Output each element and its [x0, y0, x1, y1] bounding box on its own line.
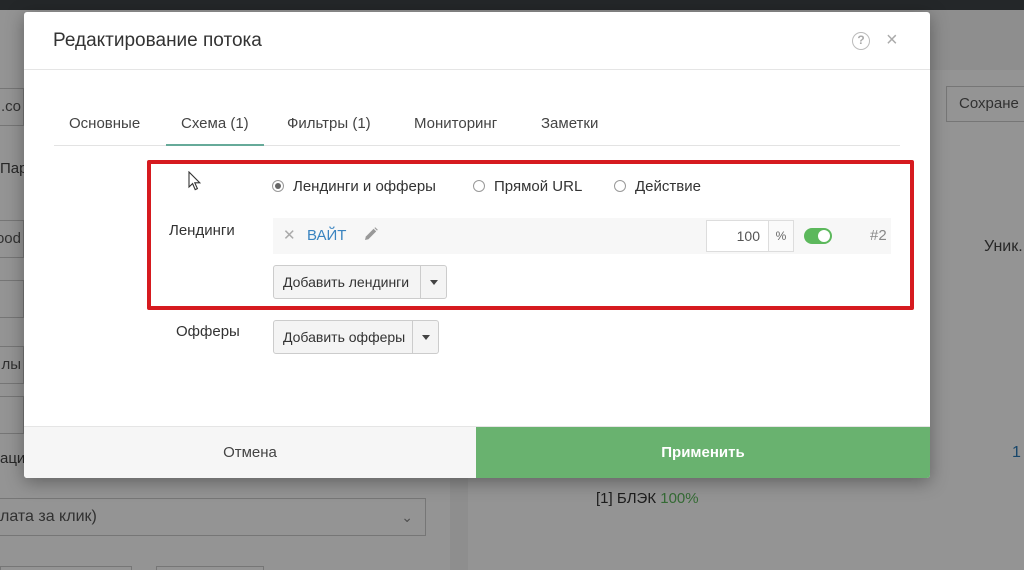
tab-notes[interactable]: Заметки — [526, 112, 613, 146]
add-offers-label[interactable]: Добавить офферы — [274, 321, 414, 353]
pencil-icon[interactable] — [362, 225, 380, 243]
close-icon[interactable]: × — [886, 29, 898, 51]
radio-landings-offers[interactable]: Лендинги и офферы — [272, 178, 436, 198]
landing-index: #2 — [870, 227, 887, 244]
caret-down-icon[interactable] — [420, 266, 446, 298]
landings-label: Лендинги — [169, 222, 235, 239]
help-icon[interactable]: ? — [852, 32, 870, 50]
add-landings-label[interactable]: Добавить лендинги — [274, 266, 418, 298]
edit-stream-modal: Редактирование потока ? × Основные Схема… — [24, 12, 930, 478]
apply-button[interactable]: Применить — [476, 427, 930, 478]
landing-item: ✕ ВАЙТ 100 % #2 — [273, 218, 891, 254]
radio-checked-icon[interactable] — [272, 180, 284, 192]
landing-name-link[interactable]: ВАЙТ — [307, 227, 346, 244]
radio-unchecked-icon[interactable] — [614, 180, 626, 192]
weight-input[interactable]: 100 — [706, 220, 768, 252]
modal-tabs: Основные Схема (1) Фильтры (1) Мониторин… — [54, 112, 900, 146]
remove-icon[interactable]: ✕ — [283, 226, 296, 244]
tab-main[interactable]: Основные — [54, 112, 155, 146]
radio-action[interactable]: Действие — [614, 178, 701, 198]
landing-enabled-toggle[interactable] — [804, 228, 832, 244]
weight-unit: % — [768, 220, 794, 252]
offers-label: Офферы — [176, 323, 240, 340]
add-landings-button[interactable]: Добавить лендинги — [273, 265, 447, 299]
tab-schema[interactable]: Схема (1) — [166, 112, 264, 146]
radio-unchecked-icon[interactable] — [473, 180, 485, 192]
tab-filters[interactable]: Фильтры (1) — [272, 112, 386, 146]
tab-monitoring[interactable]: Мониторинг — [399, 112, 512, 146]
caret-down-icon[interactable] — [412, 321, 438, 353]
modal-header: Редактирование потока ? × — [24, 12, 930, 70]
cancel-button[interactable]: Отмена — [24, 427, 476, 478]
add-offers-button[interactable]: Добавить офферы — [273, 320, 439, 354]
radio-direct-url[interactable]: Прямой URL — [473, 178, 582, 198]
modal-title: Редактирование потока — [53, 30, 262, 51]
modal-footer: Отмена Применить — [24, 426, 930, 478]
